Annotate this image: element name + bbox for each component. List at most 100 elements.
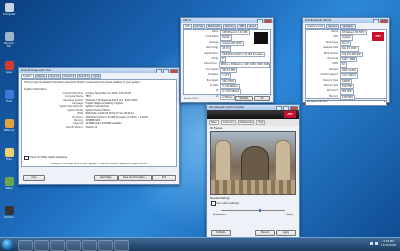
window-controls <box>373 19 388 23</box>
volume-icon[interactable] <box>375 242 378 245</box>
amd-logo <box>254 32 268 44</box>
info-value: Sunday, November 15, 2009, 4:34:29 PM <box>85 91 131 95</box>
dxdiag-titlebar[interactable]: DirectX Diagnostic Tool <box>19 68 179 73</box>
clock[interactable]: 4:34 PM 11/15/2009 <box>381 240 396 248</box>
gpuz-titlebar[interactable]: TechPowerUp GPU-Z <box>303 18 389 23</box>
tray-icons <box>370 242 378 245</box>
gpu-select[interactable]: ATI Radeon HD 5870 ▾ <box>305 100 387 106</box>
ccc-window[interactable]: ATI Catalyst Control Center ATI Basic Adv… <box>206 104 300 240</box>
3d-preview <box>210 131 296 195</box>
minimize-button[interactable] <box>257 19 263 23</box>
window-controls <box>257 19 272 23</box>
window-title: ATI Catalyst Control Center <box>209 106 245 109</box>
slider-thumb[interactable] <box>259 208 262 212</box>
desktop-icon[interactable]: Tools <box>3 90 15 103</box>
save-all-button[interactable]: Save All Information... <box>118 175 152 181</box>
app-icon <box>4 206 14 215</box>
toolbar-preferences-button[interactable]: Preferences <box>237 120 255 125</box>
dxdiag-window[interactable]: DirectX Diagnostic Tool System Display Sou… <box>18 67 180 185</box>
window-title: TechPowerUp GPU-Z <box>305 19 332 22</box>
desktop-icon[interactable]: Files <box>3 148 15 161</box>
desktop-icon[interactable]: Setup <box>3 177 15 190</box>
desktop-icon-label: Setup <box>5 187 13 190</box>
preview-arch-right <box>275 140 291 182</box>
desktop-icon[interactable]: Monitor <box>3 206 15 219</box>
ccc-toolbar: Basic Advanced Preferences Help <box>207 119 299 126</box>
checkbox[interactable] <box>211 201 216 206</box>
window-title: CPU-Z <box>183 19 191 22</box>
taskbar-media-button[interactable] <box>50 240 65 251</box>
desktop-icon-label: Computer <box>3 13 16 16</box>
quality-slider[interactable] <box>221 208 285 212</box>
desktop-icon[interactable]: Apps <box>3 61 15 74</box>
cpuz-window[interactable]: CPU-Z CPU Caches Mainboard Memory SPD About N… <box>180 17 274 103</box>
apply-button[interactable]: Apply <box>276 230 296 236</box>
toolbar-basic-button[interactable]: Basic <box>209 120 219 125</box>
network-icon[interactable] <box>370 242 373 245</box>
window-title: DirectX Diagnostic Tool <box>21 69 51 72</box>
clock-date: 11/15/2009 <box>381 244 396 247</box>
taskbar: 4:34 PM 11/15/2009 <box>0 237 400 251</box>
gpuz-window[interactable]: TechPowerUp GPU-Z Graphics Card Sensors Va… <box>302 17 390 106</box>
folder-icon <box>4 148 14 157</box>
ati-logo: ATI <box>372 32 384 41</box>
cpuz-footer: Version 1.52.2 <box>184 98 199 100</box>
minimize-button[interactable] <box>156 69 162 73</box>
toolbar-advanced-button[interactable]: Advanced <box>220 120 236 125</box>
slider-right-label: Quality <box>285 213 293 216</box>
chevron-down-icon: ▾ <box>383 101 385 103</box>
intro-text: This tool reports detailed information a… <box>24 81 141 84</box>
taskbar-gpuz-button[interactable] <box>98 240 113 251</box>
taskbar-dxdiag-button[interactable] <box>66 240 81 251</box>
info-value: AMD Phenom(tm) II X4 965 Processor <box>220 51 266 58</box>
dxdiag-panel: This tool reports detailed information a… <box>21 79 177 167</box>
desktop-icon-label: Network <box>3 129 15 132</box>
close-button[interactable] <box>264 19 272 23</box>
defaults-button[interactable]: Defaults <box>211 230 231 236</box>
validate-button[interactable]: Validate <box>235 95 253 101</box>
whql-checkbox-row[interactable]: Check for WHQL digital signatures <box>24 155 68 160</box>
gpuz-panel: ATI Name ATI Radeon HD 5870 GPU Cypress Tech… <box>305 29 387 106</box>
custom-settings-row[interactable]: Use custom settings <box>207 200 299 207</box>
desktop-icon[interactable]: Recycle Bin <box>3 32 15 48</box>
discard-button[interactable]: Discard <box>255 230 275 236</box>
desktop-icon-label: Tools <box>5 100 13 103</box>
toolbar-help-button[interactable]: Help <box>256 120 266 125</box>
help-button[interactable]: Help <box>23 175 45 181</box>
recycle-bin-icon <box>4 32 14 41</box>
exit-button[interactable]: Exit <box>152 175 176 181</box>
minimize-button[interactable] <box>373 19 379 23</box>
maximize-button[interactable] <box>163 69 169 73</box>
ok-button[interactable]: OK <box>254 95 270 101</box>
checkbox-label: Check for WHQL digital signatures <box>29 156 68 160</box>
taskbar-ie-button[interactable] <box>34 240 49 251</box>
desktop-icon[interactable]: Network <box>3 119 15 132</box>
info-label: DirectX Version: <box>66 125 84 129</box>
desktop-icon-label: Files <box>6 158 12 161</box>
app-icon <box>4 61 14 70</box>
info-value: 6 MBytes <box>220 94 235 101</box>
preview-floor <box>211 180 295 194</box>
slider-left-label: Performance <box>213 213 226 216</box>
close-button[interactable] <box>380 19 388 23</box>
info-row: DirectX Version: DirectX 11 <box>22 126 176 129</box>
gpu-info-rows: Name ATI Radeon HD 5870 GPU Cypress Technolo… <box>306 30 386 106</box>
checkbox[interactable] <box>24 155 29 160</box>
desktop-icon-label: Apps <box>5 71 13 74</box>
checkbox-label: Use custom settings <box>216 201 239 205</box>
cpuz-titlebar[interactable]: CPU-Z <box>181 18 273 23</box>
start-button[interactable] <box>2 239 13 250</box>
app-icon <box>4 119 14 128</box>
taskbar-cpuz-button[interactable] <box>82 240 97 251</box>
close-button[interactable] <box>170 69 178 73</box>
info-value: DirectX 11 <box>85 125 98 129</box>
taskbar-ccc-button[interactable] <box>114 240 129 251</box>
footer-text: DxDiag 6.01.7600.16385 64-bit Unicode Co… <box>50 163 148 165</box>
cpuz-panel: Name AMD Phenom II X4 965 Code Name Deneb Pa… <box>183 29 271 101</box>
desktop-icon[interactable]: Computer <box>3 3 15 16</box>
computer-icon <box>4 3 14 12</box>
window-controls <box>156 69 178 73</box>
next-page-button[interactable]: Next Page <box>94 175 118 181</box>
preview-arch-center <box>241 146 269 182</box>
taskbar-explorer-button[interactable] <box>18 240 33 251</box>
